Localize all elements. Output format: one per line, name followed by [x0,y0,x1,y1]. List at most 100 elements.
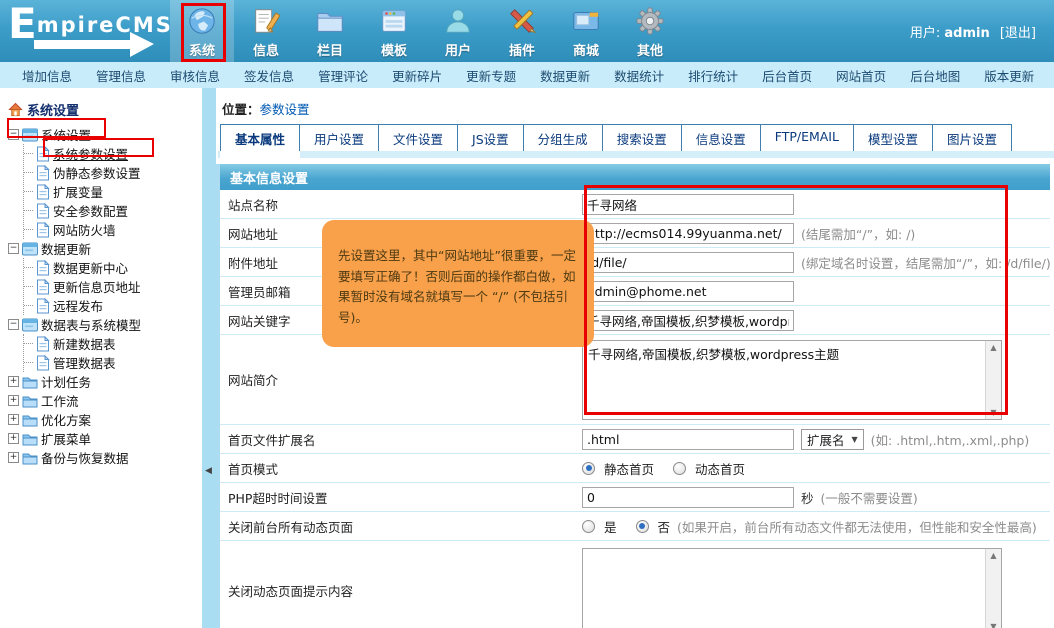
topnav-item-system[interactable]: 系统 [170,0,234,62]
form-row-site-description: 网站简介千寻网络,帝国模板,织梦模板,wordpress主题▲▼ [220,335,1050,425]
sidebar-item-label-data-update-center[interactable]: 数据更新中心 [53,258,128,277]
menubar-item-rank-stats[interactable]: 排行统计 [676,66,750,85]
scroll-down-icon[interactable]: ▼ [990,408,996,417]
scroll-down-icon[interactable]: ▼ [990,622,996,628]
sidebar-item-label-security-config[interactable]: 安全参数配置 [53,201,128,220]
tab-ftp-email[interactable]: FTP/EMAIL [760,124,854,151]
folder-icon [22,451,38,465]
sidebar-item-label-rewrite-settings[interactable]: 伪静态参数设置 [53,163,141,182]
expand-node-icon[interactable]: + [8,452,19,463]
sidebar-group-label-ext-menu[interactable]: 扩展菜单 [41,429,91,448]
site-name-input[interactable] [582,194,794,215]
form-row-index-ext: 首页文件扩展名扩展名▼(如: .html,.htm,.xml,.php) [220,425,1050,454]
sidebar-item-label-param-settings[interactable]: 系统参数设置 [53,144,128,163]
field-site-keywords [582,310,1050,331]
menubar-item-manage-info[interactable]: 管理信息 [84,66,158,85]
close-dynamic-radio-1[interactable] [636,520,649,533]
collapse-node-icon[interactable]: − [8,319,19,330]
expand-node-icon[interactable]: + [8,433,19,444]
tab-model[interactable]: 模型设置 [853,124,933,151]
index-ext-input[interactable] [582,429,794,450]
tab-group[interactable]: 分组生成 [523,124,603,151]
tab-info[interactable]: 信息设置 [681,124,761,151]
sidebar-group-label-workflow[interactable]: 工作流 [41,391,79,410]
menubar-item-update-special[interactable]: 更新专题 [454,66,528,85]
topnav-item-plugin[interactable]: 插件 [490,0,554,62]
breadcrumb-link[interactable]: 参数设置 [260,102,310,117]
topnav-item-user[interactable]: 用户 [426,0,490,62]
tree-connector [24,210,33,211]
sidebar-item-ext-vars: 扩展变量 [24,182,202,201]
menubar-item-check-info[interactable]: 审核信息 [158,66,232,85]
site-url-input[interactable] [582,223,794,244]
tab-basic[interactable]: 基本属性 [220,124,300,151]
php-timeout-input[interactable] [582,487,794,508]
tab-user[interactable]: 用户设置 [299,124,379,151]
chevron-down-icon: ▼ [852,435,858,444]
top-nav: 系统信息栏目模板用户插件商城其他 [170,0,682,62]
menubar-item-admin-map[interactable]: 后台地图 [898,66,972,85]
sidebar-group-label-optimize[interactable]: 优化方案 [41,410,91,429]
tools-icon [506,5,538,37]
menubar-item-site-home[interactable]: 网站首页 [824,66,898,85]
sidebar-group-label-system-settings[interactable]: 系统设置 [41,125,91,144]
sidebar-item-label-firewall[interactable]: 网站防火墙 [53,220,116,239]
collapse-node-icon[interactable]: − [8,243,19,254]
sidebar-group-label-cron[interactable]: 计划任务 [41,372,91,391]
sidebar-group-label-tables-models[interactable]: 数据表与系统模型 [41,315,141,334]
scrollbar[interactable]: ▲▼ [985,341,1001,419]
menubar-item-sign-info[interactable]: 签发信息 [232,66,306,85]
index-ext-select[interactable]: 扩展名▼ [801,429,864,450]
sidebar-item-label-update-info-url[interactable]: 更新信息页地址 [53,277,141,296]
topnav-item-other[interactable]: 其他 [618,0,682,62]
expand-node-icon[interactable]: + [8,376,19,387]
index-mode-radio-1[interactable] [673,462,686,475]
topnav-item-shop[interactable]: 商城 [554,0,618,62]
tab-file[interactable]: 文件设置 [378,124,458,151]
menubar-item-data-update[interactable]: 数据更新 [528,66,602,85]
expand-node-icon[interactable]: + [8,414,19,425]
breadcrumb-label: 位置： [222,102,260,117]
sidebar-item-label-remote-publish[interactable]: 远程发布 [53,296,103,315]
logout-link[interactable]: [退出] [1000,26,1036,41]
collapse-node-icon[interactable]: − [8,129,19,140]
menubar-item-admin-home[interactable]: 后台首页 [750,66,824,85]
tab-js[interactable]: JS设置 [457,124,524,151]
scrollbar[interactable]: ▲▼ [985,549,1001,628]
tab-image[interactable]: 图片设置 [932,124,1012,151]
menubar-item-version-update[interactable]: 版本更新 [972,66,1046,85]
attachment-url-input[interactable] [582,252,794,273]
menubar-item-update-fragment[interactable]: 更新碎片 [380,66,454,85]
scroll-up-icon[interactable]: ▲ [990,551,996,560]
tree-connector [24,267,33,268]
sidebar-group-label-data-update[interactable]: 数据更新 [41,239,91,258]
topnav-item-template[interactable]: 模板 [362,0,426,62]
field-label-close-dynamic: 关闭前台所有动态页面 [220,517,582,536]
folder-icon [314,5,346,37]
page-icon [36,279,50,295]
menubar-item-add-info[interactable]: 增加信息 [10,66,84,85]
sidebar-item-label-ext-vars[interactable]: 扩展变量 [53,182,103,201]
sidebar-group-label-backup[interactable]: 备份与恢复数据 [41,448,129,467]
topnav-item-info[interactable]: 信息 [234,0,298,62]
expand-node-icon[interactable]: + [8,395,19,406]
index-mode-radio-0[interactable] [582,462,595,475]
close-dynamic-radio-0[interactable] [582,520,595,533]
menubar-item-data-stats[interactable]: 数据统计 [602,66,676,85]
collapse-sidebar-icon[interactable]: ◀ [205,466,212,476]
tab-search[interactable]: 搜索设置 [602,124,682,151]
admin-email-input[interactable] [582,281,794,302]
field-label-site-url: 网站地址 [220,224,582,243]
sidebar-item-label-manage-table[interactable]: 管理数据表 [53,353,116,372]
topnav-item-column[interactable]: 栏目 [298,0,362,62]
sidebar-item-label-new-table[interactable]: 新建数据表 [53,334,116,353]
menubar-item-manage-comment[interactable]: 管理评论 [306,66,380,85]
scroll-up-icon[interactable]: ▲ [990,343,996,352]
close-dynamic-message-textarea[interactable]: ▲▼ [582,548,1002,628]
field-label-php-timeout: PHP超时时间设置 [220,488,582,507]
document-icon [250,5,282,37]
field-close-dynamic-message: ▲▼ [582,548,1050,628]
site-keywords-input[interactable] [582,310,794,331]
site-description-textarea[interactable]: 千寻网络,帝国模板,织梦模板,wordpress主题▲▼ [582,340,1002,420]
sidebar-children-system-settings: 系统参数设置伪静态参数设置扩展变量安全参数配置网站防火墙 [23,144,202,239]
